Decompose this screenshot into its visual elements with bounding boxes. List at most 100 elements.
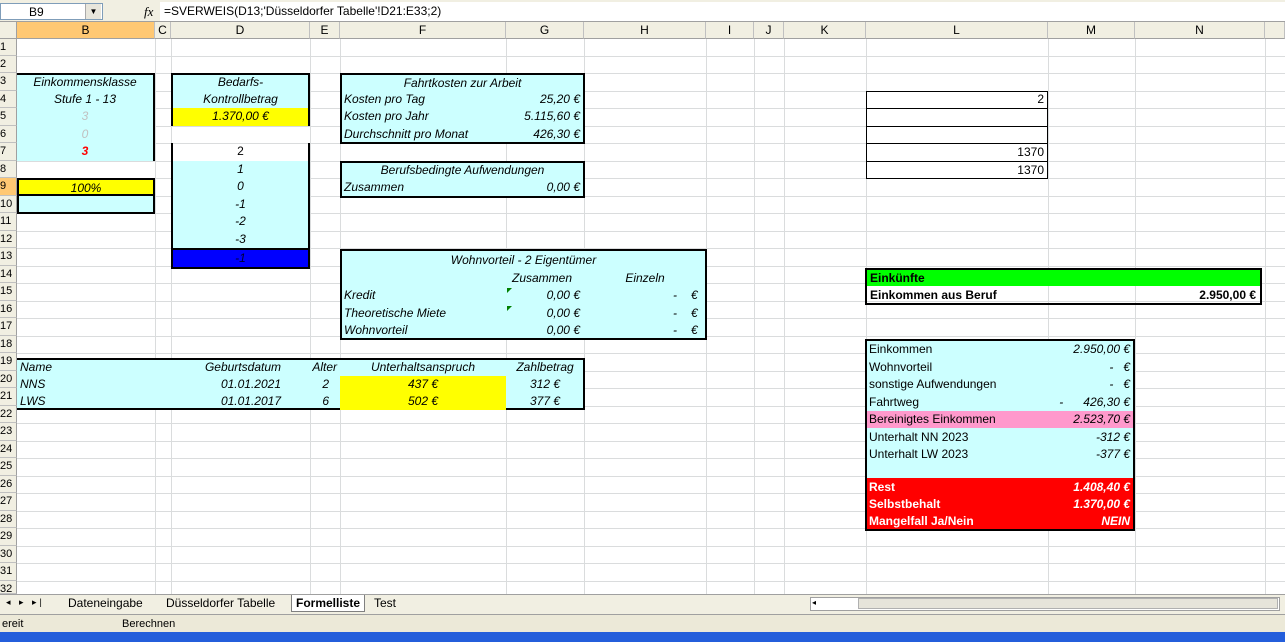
- row-header[interactable]: 11: [0, 213, 17, 231]
- row-header[interactable]: 5: [0, 108, 17, 126]
- percent-cell-b9[interactable]: 100%: [17, 178, 155, 196]
- tab-formelliste[interactable]: Formelliste: [291, 595, 366, 612]
- tab-test[interactable]: Test: [370, 595, 400, 612]
- row-header[interactable]: 3: [0, 73, 17, 91]
- summary-value[interactable]: 2.950,00 €: [1040, 341, 1133, 358]
- row-header[interactable]: 32: [0, 581, 17, 594]
- row-header[interactable]: 8: [0, 161, 17, 178]
- column-header-n[interactable]: N: [1135, 22, 1265, 39]
- stufe-value-2[interactable]: 0: [17, 126, 153, 143]
- fahrtkosten-value[interactable]: 25,20 €: [500, 91, 583, 108]
- scroll-left-icon[interactable]: ◂: [812, 598, 824, 607]
- selbstbehalt-value[interactable]: 1.370,00 €: [1040, 496, 1133, 513]
- berufsbedingt-value[interactable]: 0,00 €: [500, 179, 583, 196]
- row-header[interactable]: 19: [0, 353, 17, 371]
- kinder-geburtsdatum[interactable]: 01.01.2021: [171, 376, 284, 393]
- row-header[interactable]: 9: [0, 178, 17, 196]
- column-header-h[interactable]: H: [584, 22, 706, 39]
- column-header-e[interactable]: E: [310, 22, 340, 39]
- wohnvorteil-zusammen[interactable]: 0,00 €: [500, 322, 583, 339]
- bedarf-selected-cell-d13[interactable]: -1: [171, 248, 310, 269]
- tab-dateneingabe[interactable]: Dateneingabe: [64, 595, 147, 612]
- summary-value[interactable]: - 426,30 €: [1020, 394, 1133, 411]
- row-header[interactable]: 2: [0, 56, 17, 73]
- wohnvorteil-einzeln[interactable]: -: [640, 322, 680, 339]
- column-header-g[interactable]: G: [506, 22, 584, 39]
- scrollbar-thumb[interactable]: [858, 598, 1278, 609]
- fahrtkosten-value[interactable]: 426,30 €: [500, 126, 583, 143]
- bedarf-list-item[interactable]: -2: [171, 213, 310, 230]
- row-header[interactable]: 17: [0, 318, 17, 336]
- select-all-corner[interactable]: [0, 22, 17, 39]
- row-header[interactable]: 30: [0, 546, 17, 563]
- cell-b10[interactable]: [17, 196, 155, 214]
- row-header[interactable]: 25: [0, 458, 17, 476]
- column-header-d[interactable]: D: [171, 22, 310, 39]
- bedarf-list-item[interactable]: -3: [171, 231, 310, 248]
- row-header[interactable]: 12: [0, 231, 17, 248]
- einkuenfte-value[interactable]: 2.950,00 €: [1135, 287, 1259, 304]
- summary-value[interactable]: -377 €: [1040, 446, 1133, 463]
- row-header[interactable]: 13: [0, 248, 17, 266]
- stufe-value-1[interactable]: 3: [17, 108, 153, 125]
- column-header-b[interactable]: B: [17, 22, 155, 39]
- formula-input[interactable]: =SVERWEIS(D13;'Düsseldorfer Tabelle'!D21…: [160, 2, 1285, 21]
- column-header-c[interactable]: C: [155, 22, 171, 39]
- function-icon[interactable]: fx: [144, 4, 160, 19]
- row-header[interactable]: 31: [0, 563, 17, 581]
- row-header[interactable]: 15: [0, 283, 17, 301]
- name-box-dropdown-icon[interactable]: ▼: [85, 4, 101, 19]
- row-header[interactable]: 29: [0, 528, 17, 546]
- cell-l8[interactable]: 1370: [866, 162, 1047, 179]
- wohnvorteil-zusammen[interactable]: 0,00 €: [500, 287, 583, 304]
- bedarf-amount[interactable]: 1.370,00 €: [171, 108, 310, 126]
- wohnvorteil-einzeln[interactable]: -: [640, 287, 680, 304]
- bedarf-list-item[interactable]: 0: [171, 178, 310, 195]
- column-header-f[interactable]: F: [340, 22, 506, 39]
- column-header-m[interactable]: M: [1048, 22, 1135, 39]
- column-header-i[interactable]: I: [706, 22, 754, 39]
- bedarf-list-item[interactable]: 2: [171, 143, 310, 161]
- column-header-j[interactable]: J: [754, 22, 784, 39]
- kinder-name[interactable]: LWS: [17, 393, 137, 410]
- bedarf-list-item[interactable]: 1: [171, 161, 310, 178]
- kinder-zahlbetrag[interactable]: 377 €: [506, 393, 584, 410]
- kinder-alter[interactable]: 2: [300, 376, 332, 393]
- mangelfall-value[interactable]: NEIN: [1040, 513, 1133, 530]
- kinder-name[interactable]: NNS: [17, 376, 137, 393]
- row-header[interactable]: 23: [0, 423, 17, 441]
- row-header[interactable]: 18: [0, 336, 17, 353]
- bedarf-list-item[interactable]: -1: [171, 196, 310, 213]
- kinder-zahlbetrag[interactable]: 312 €: [506, 376, 584, 393]
- row-header[interactable]: 24: [0, 441, 17, 458]
- cell-l4[interactable]: 2: [866, 91, 1047, 108]
- kinder-geburtsdatum[interactable]: 01.01.2017: [171, 393, 284, 410]
- fahrtkosten-value[interactable]: 5.115,60 €: [500, 108, 583, 125]
- tab-duesseldorfer-tabelle[interactable]: Düsseldorfer Tabelle: [162, 595, 279, 612]
- kinder-anspruch[interactable]: 502 €: [340, 393, 506, 410]
- row-header[interactable]: 28: [0, 511, 17, 528]
- summary-value[interactable]: - €: [1040, 359, 1133, 376]
- row-header[interactable]: 14: [0, 266, 17, 283]
- row-header[interactable]: 1: [0, 39, 17, 56]
- kinder-alter[interactable]: 6: [300, 393, 332, 410]
- summary-value[interactable]: -312 €: [1040, 429, 1133, 446]
- row-header[interactable]: 10: [0, 196, 17, 213]
- tab-scroll-arrows-icon[interactable]: ◂ ▸ ▸|: [6, 597, 54, 608]
- summary-value[interactable]: 2.523,70 €: [1040, 411, 1133, 428]
- row-header[interactable]: 4: [0, 91, 17, 108]
- column-header-o[interactable]: [1265, 22, 1285, 39]
- row-header[interactable]: 16: [0, 301, 17, 318]
- cell-l7[interactable]: 1370: [866, 144, 1047, 161]
- row-header[interactable]: 6: [0, 126, 17, 143]
- column-header-k[interactable]: K: [784, 22, 866, 39]
- kinder-anspruch[interactable]: 437 €: [340, 376, 506, 393]
- row-header[interactable]: 21: [0, 388, 17, 406]
- row-header[interactable]: 7: [0, 143, 17, 161]
- wohnvorteil-einzeln[interactable]: -: [640, 305, 680, 322]
- row-header[interactable]: 26: [0, 476, 17, 493]
- row-header[interactable]: 20: [0, 371, 17, 388]
- rest-value[interactable]: 1.408,40 €: [1040, 479, 1133, 496]
- summary-value[interactable]: - €: [1040, 376, 1133, 393]
- row-header[interactable]: 22: [0, 406, 17, 423]
